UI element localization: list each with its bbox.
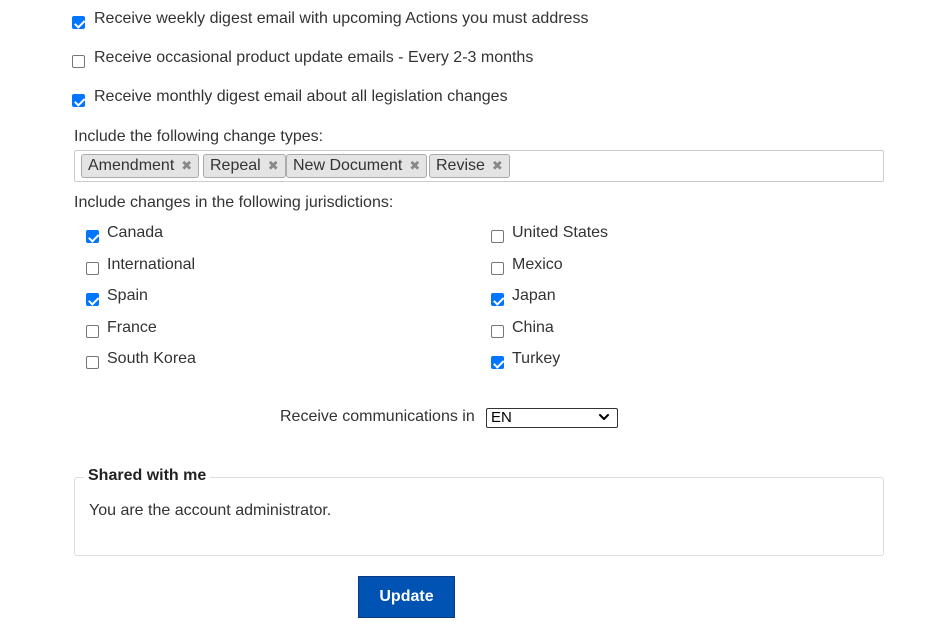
monthly-digest-label: Receive monthly digest email about all l… <box>94 88 508 105</box>
jurisdiction-label: China <box>512 319 554 336</box>
jurisdiction-label: United States <box>512 224 609 241</box>
jurisdiction-label: International <box>107 256 196 273</box>
tag-label: Repeal <box>210 157 261 174</box>
jurisdiction-label: Canada <box>107 224 164 241</box>
jurisdiction-checkbox[interactable] <box>491 262 504 275</box>
product-update-label: Receive occasional product update emails… <box>94 49 534 66</box>
tag-label: Amendment <box>88 157 175 174</box>
product-update-checkbox[interactable] <box>72 55 85 68</box>
tag-amendment: Amendment ✖ <box>81 154 200 178</box>
tag-label: New Document <box>293 157 403 174</box>
jurisdiction-checkbox[interactable] <box>491 230 504 243</box>
remove-tag-icon[interactable]: ✖ <box>174 155 198 177</box>
tag-label: Revise <box>436 157 485 174</box>
jurisdiction-checkbox[interactable] <box>491 325 504 338</box>
weekly-digest-label: Receive weekly digest email with upcomin… <box>94 10 589 27</box>
jurisdiction-label: France <box>107 319 157 336</box>
jurisdiction-label: Turkey <box>512 350 561 367</box>
jurisdiction-checkbox[interactable] <box>86 293 99 306</box>
jurisdiction-checkbox[interactable] <box>86 356 99 369</box>
remove-tag-icon[interactable]: ✖ <box>485 155 509 177</box>
language-select[interactable]: EN <box>486 408 618 428</box>
shared-with-me-legend: Shared with me <box>84 466 211 486</box>
remove-tag-icon[interactable]: ✖ <box>261 155 285 177</box>
jurisdiction-checkbox[interactable] <box>86 262 99 275</box>
jurisdiction-label: Japan <box>512 287 556 304</box>
jurisdiction-label: Spain <box>107 287 148 304</box>
remove-tag-icon[interactable]: ✖ <box>402 155 426 177</box>
jurisdiction-label: Mexico <box>512 256 563 273</box>
jurisdiction-checkbox[interactable] <box>86 325 99 338</box>
jurisdiction-checkbox[interactable] <box>86 230 99 243</box>
change-types-label: Include the following change types: <box>74 128 324 145</box>
tag-revise: Revise ✖ <box>429 154 510 178</box>
shared-message: You are the account administrator. <box>89 502 332 519</box>
tag-new-document: New Document ✖ <box>286 154 428 178</box>
change-types-input[interactable]: Amendment ✖ Repeal ✖ New Document ✖ Revise ✖ <box>74 150 884 182</box>
monthly-digest-checkbox[interactable] <box>72 94 85 107</box>
jurisdictions-label: Include changes in the following jurisdi… <box>74 194 394 211</box>
chevron-down-icon <box>599 414 609 420</box>
jurisdiction-label: South Korea <box>107 350 196 367</box>
language-selected-value: EN <box>491 409 512 426</box>
tag-repeal: Repeal ✖ <box>203 154 286 178</box>
jurisdiction-checkbox[interactable] <box>491 293 504 306</box>
language-label: Receive communications in <box>280 408 475 425</box>
weekly-digest-checkbox[interactable] <box>72 16 85 29</box>
update-button[interactable]: Update <box>358 576 455 618</box>
jurisdiction-checkbox[interactable] <box>491 356 504 369</box>
